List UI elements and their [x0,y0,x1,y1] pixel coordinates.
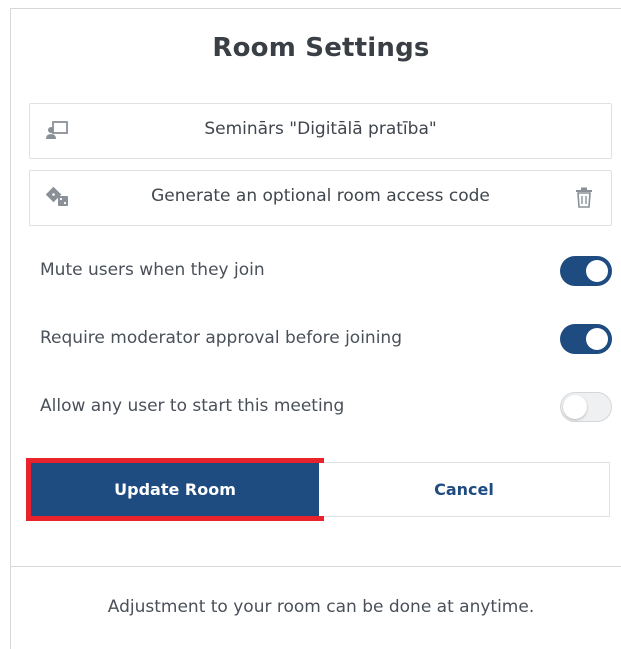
modal-title: Room Settings [212,33,430,63]
setting-label: Allow any user to start this meeting [40,396,345,416]
cancel-button[interactable]: Cancel [319,463,609,516]
mute-users-toggle[interactable] [560,256,612,286]
action-buttons: Update Room Cancel [26,458,610,521]
toggle-knob [586,260,608,282]
toggle-knob [563,395,587,419]
room-name-field[interactable]: Seminārs "Digitālā pratība" [29,103,612,159]
divider [11,566,621,567]
toggle-knob [586,328,608,350]
moderator-approval-toggle[interactable] [560,324,612,354]
update-room-button[interactable]: Update Room [26,458,324,521]
room-settings-modal: Room Settings Seminārs "Digitālā pratība… [10,8,621,649]
footer-note: Adjustment to your room can be done at a… [107,597,535,617]
setting-label: Mute users when they join [40,260,265,280]
room-name-value: Seminārs "Digitālā pratība" [204,119,437,139]
trash-icon[interactable] [573,186,595,208]
setting-mute-users: Mute users when they join [40,254,612,286]
any-user-start-toggle[interactable] [560,392,612,422]
access-code-field[interactable]: Generate an optional room access code [29,170,612,226]
access-code-placeholder: Generate an optional room access code [151,186,490,206]
setting-moderator-approval: Require moderator approval before joinin… [40,322,612,354]
setting-label: Require moderator approval before joinin… [40,328,402,348]
setting-any-user-start: Allow any user to start this meeting [40,390,612,422]
